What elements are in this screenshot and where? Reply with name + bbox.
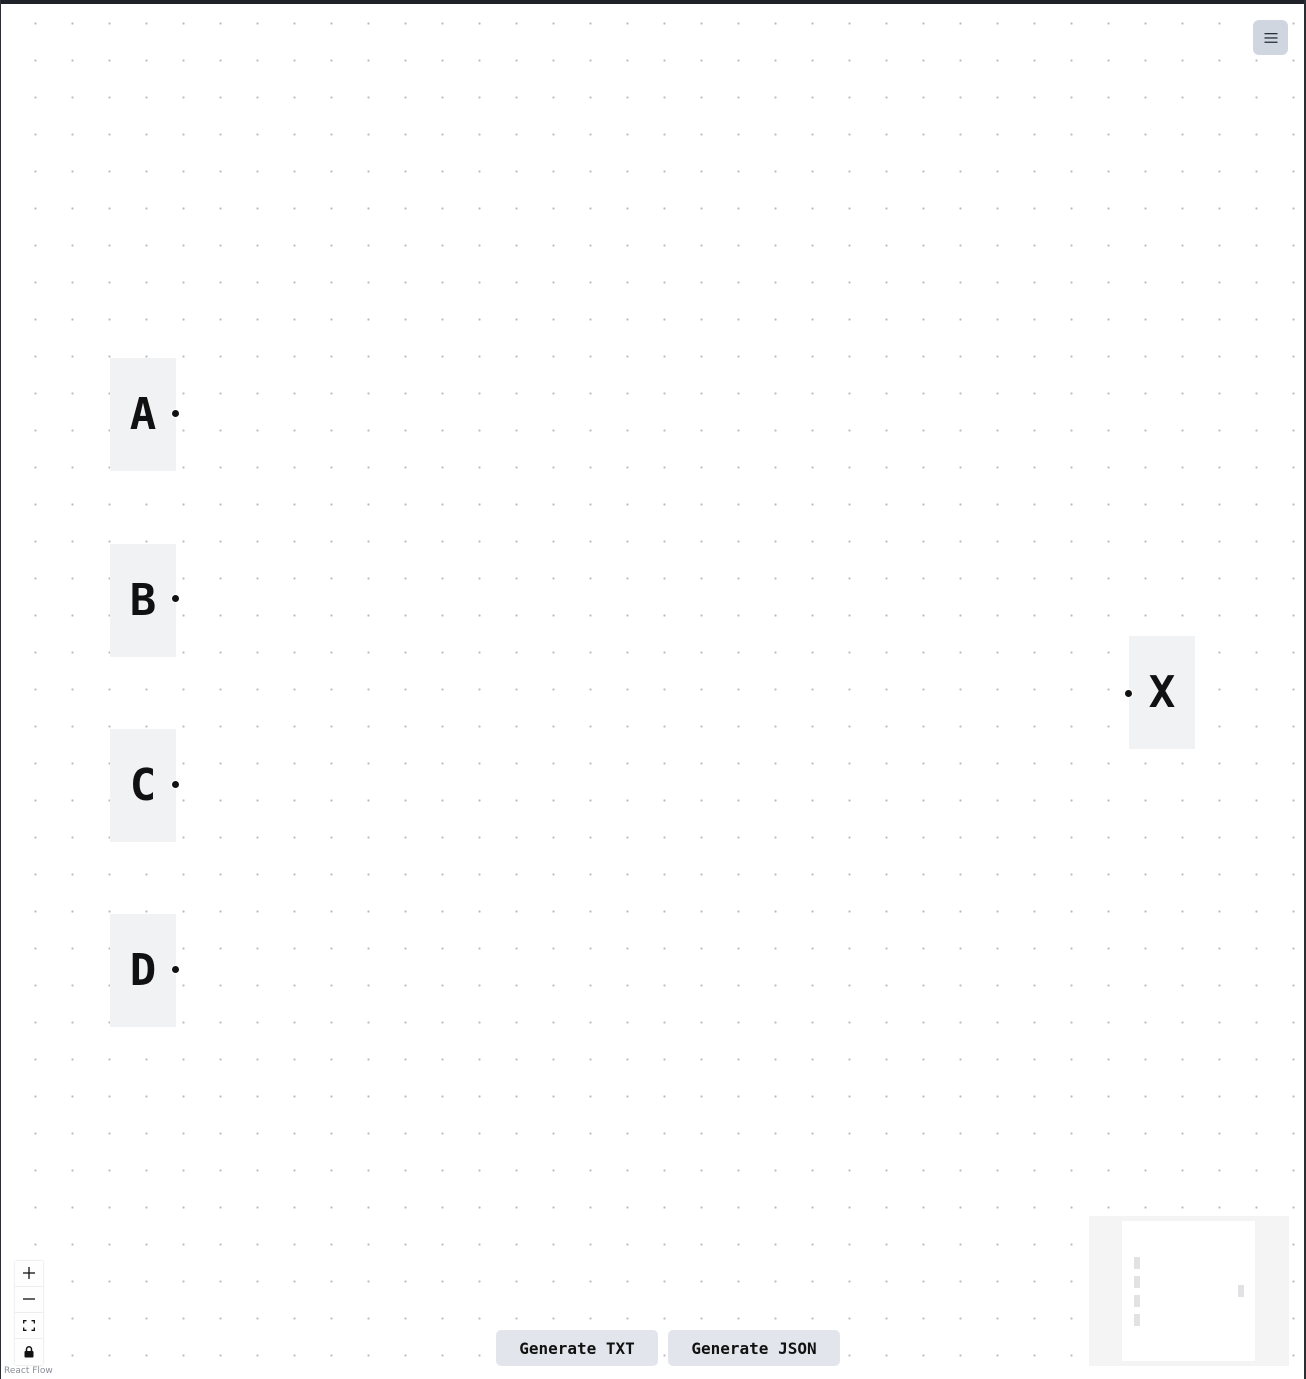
minus-icon	[23, 1290, 35, 1309]
node-d[interactable]: D	[110, 914, 180, 1027]
node-x[interactable]: X	[1124, 636, 1195, 749]
flow-canvas[interactable]	[1, 4, 1304, 1379]
zoom-in-button[interactable]	[15, 1261, 43, 1287]
fit-view-button[interactable]	[15, 1313, 43, 1339]
node-a[interactable]: A	[110, 358, 180, 471]
source-handle[interactable]	[171, 780, 180, 789]
node-label: A	[129, 388, 157, 440]
node-b[interactable]: B	[110, 544, 180, 657]
flow-controls	[15, 1261, 43, 1365]
minimap-node	[1134, 1314, 1140, 1326]
source-handle[interactable]	[171, 965, 180, 974]
node-label: B	[129, 574, 157, 626]
node-label: X	[1148, 666, 1176, 718]
react-flow-attribution[interactable]: React Flow	[4, 1366, 53, 1376]
minimap-node	[1134, 1257, 1140, 1269]
source-handle[interactable]	[171, 409, 180, 418]
minimap-viewport[interactable]	[1122, 1221, 1255, 1361]
target-handle[interactable]	[1124, 689, 1133, 698]
hamburger-menu-icon	[1264, 32, 1278, 44]
generate-txt-button[interactable]: Generate TXT	[496, 1330, 658, 1366]
menu-button[interactable]	[1253, 20, 1288, 55]
minimap[interactable]	[1089, 1216, 1289, 1366]
minimap-node	[1134, 1276, 1140, 1288]
source-handle[interactable]	[171, 594, 180, 603]
node-label: D	[129, 944, 157, 996]
node-label: C	[129, 759, 157, 811]
lock-button[interactable]	[15, 1339, 43, 1365]
generate-json-button[interactable]: Generate JSON	[668, 1330, 840, 1366]
minimap-node	[1238, 1285, 1244, 1297]
zoom-out-button[interactable]	[15, 1287, 43, 1313]
lock-icon	[24, 1343, 34, 1362]
node-c[interactable]: C	[110, 729, 180, 842]
minimap-node	[1134, 1295, 1140, 1307]
plus-icon	[23, 1264, 35, 1283]
fit-view-icon	[23, 1316, 35, 1335]
